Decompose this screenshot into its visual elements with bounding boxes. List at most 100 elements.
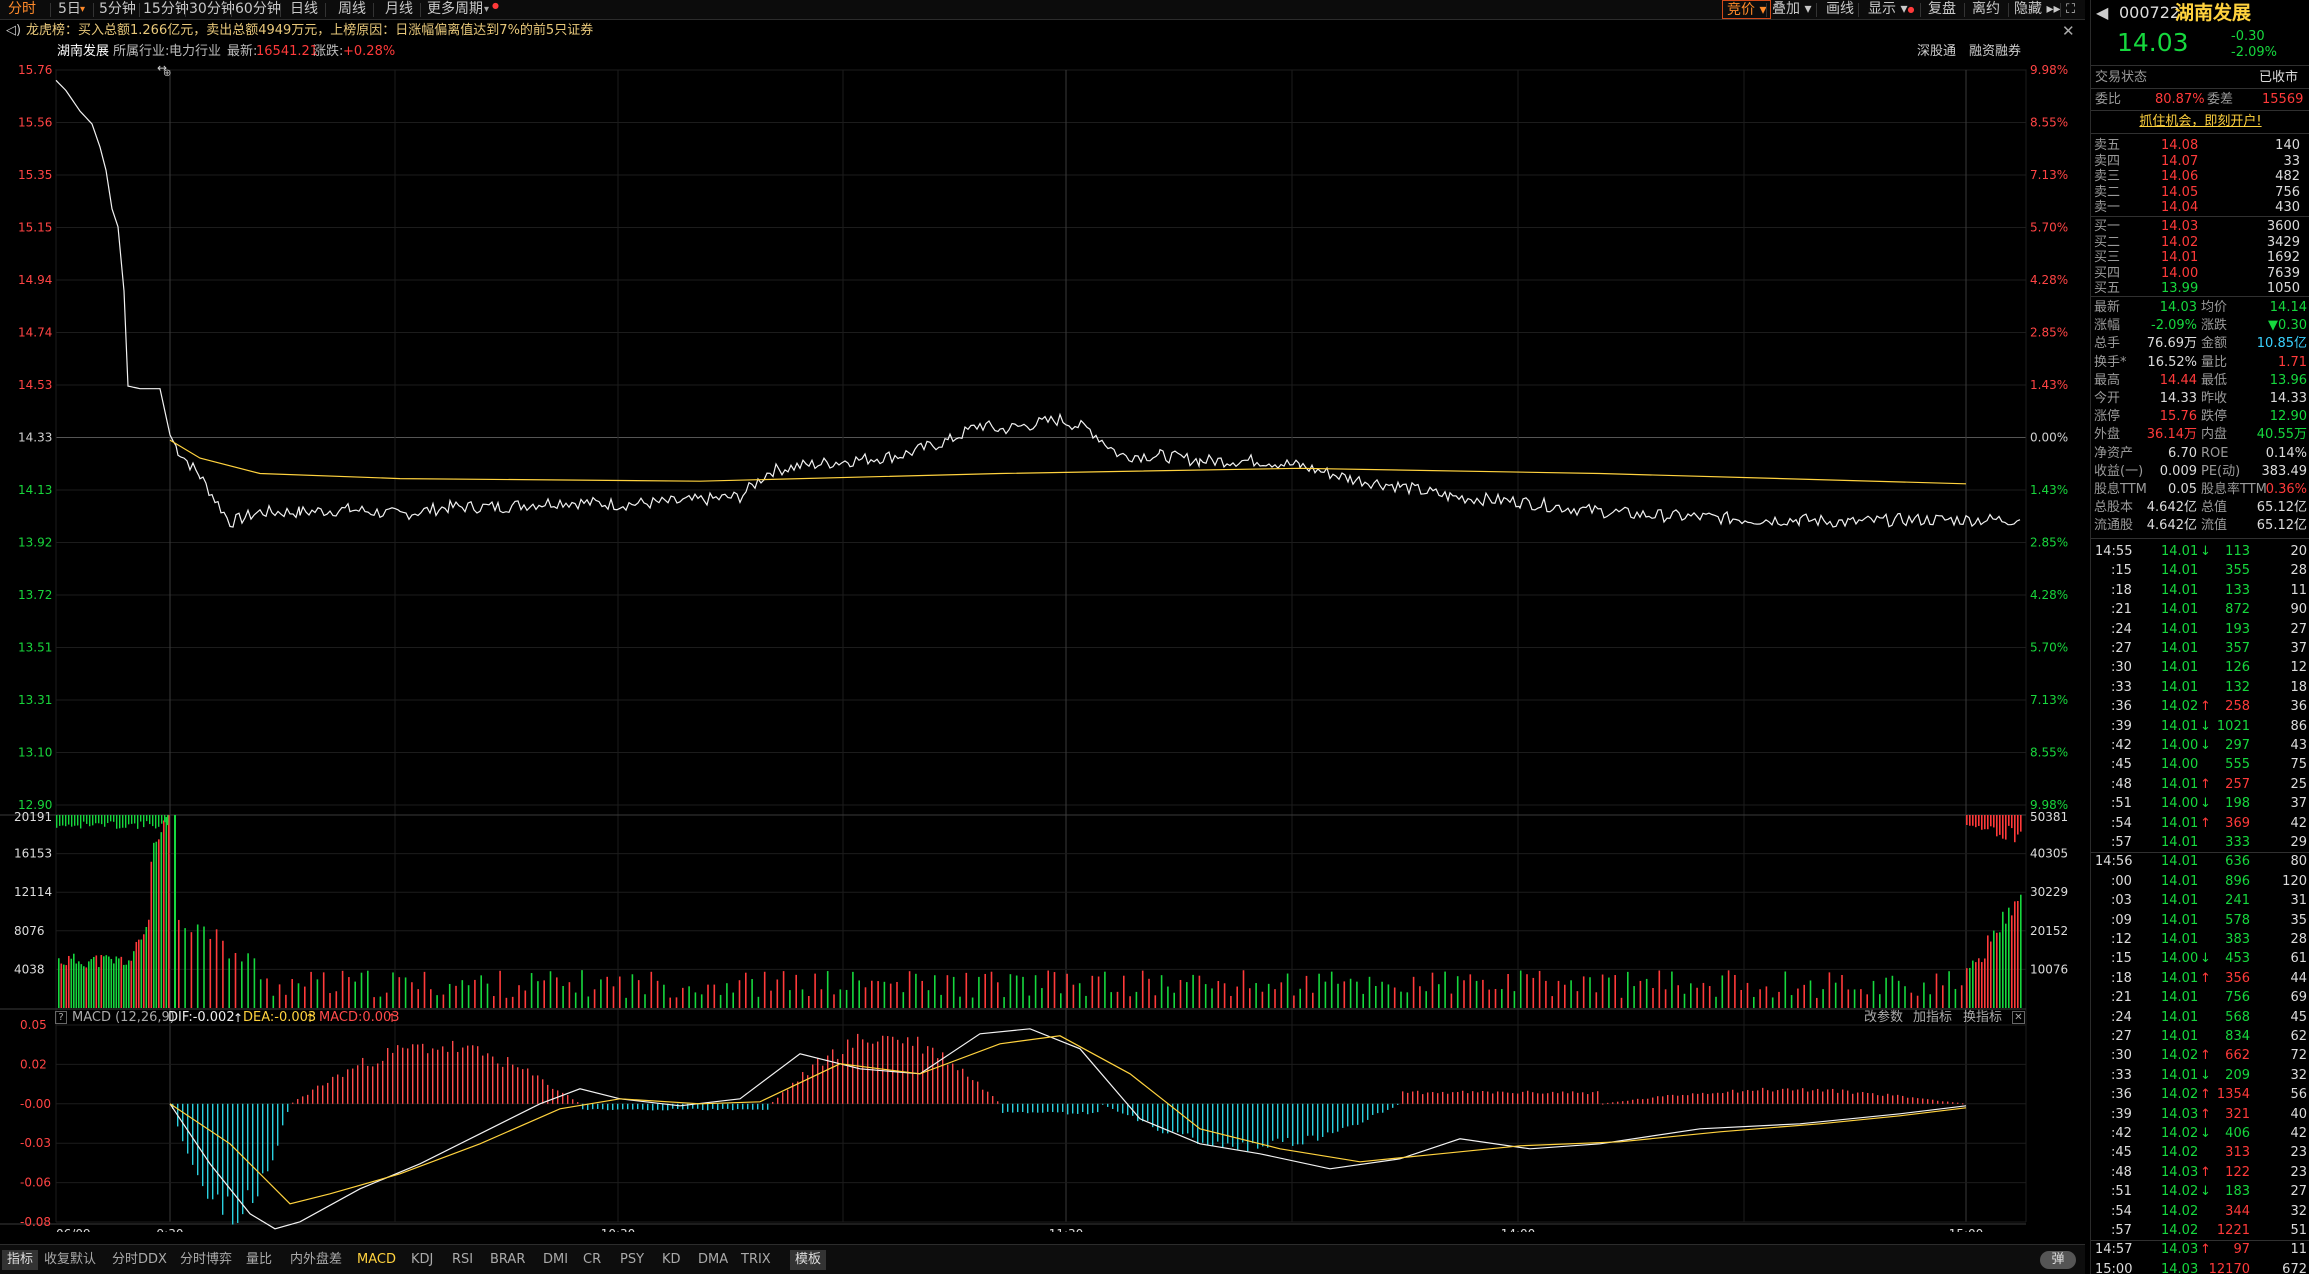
- promo-link[interactable]: 抓住机会，即刻开户!: [2091, 114, 2309, 129]
- tab-indicator[interactable]: 指标: [2, 1250, 39, 1270]
- macd-histogram-bar: [1462, 1090, 1464, 1104]
- volume-bar: [1671, 971, 1673, 1008]
- tick-volume: 756: [2225, 990, 2250, 1006]
- macd-histogram-bar: [1622, 1101, 1624, 1104]
- close-icon[interactable]: ✕: [2012, 1011, 2025, 1024]
- macd-histogram-bar: [947, 1064, 949, 1104]
- volume-bar: [763, 971, 766, 1008]
- macd-histogram-bar: [327, 1082, 329, 1104]
- volume-bar: [155, 841, 158, 1008]
- macd-histogram-bar: [612, 1103, 614, 1110]
- tick-time: :27: [2111, 641, 2132, 656]
- macd-histogram-bar: [302, 1096, 304, 1104]
- volume-bar: [70, 958, 73, 1008]
- intraday-chart[interactable]: 15.76 15.56 15.35 15.15 14.94 14.74 14.53 14.33…: [0, 0, 2085, 1232]
- volume-bar: [1425, 991, 1427, 1008]
- tab-cr[interactable]: CR: [583, 1250, 601, 1270]
- prev-stock-icon[interactable]: ◀: [2096, 3, 2108, 23]
- switch-indicator-button[interactable]: 换指标: [1963, 1009, 2002, 1027]
- macd-histogram-bar: [842, 1054, 844, 1104]
- macd-histogram-bar: [1347, 1103, 1349, 1127]
- macd-histogram-bar: [1017, 1103, 1019, 1113]
- tab-inner-outer[interactable]: 内外盘差: [290, 1250, 342, 1270]
- volume-bar: [184, 928, 186, 1008]
- tab-macd[interactable]: MACD: [357, 1250, 396, 1270]
- edit-params-button[interactable]: 改参数: [1864, 1009, 1903, 1027]
- volume-bar: [101, 815, 103, 825]
- volume-bar: [253, 958, 256, 1008]
- tab-template[interactable]: 模板: [790, 1250, 827, 1270]
- macd-histogram-bar: [357, 1065, 359, 1104]
- volume-bar: [921, 980, 923, 1008]
- tick-price: 14.01: [2161, 621, 2199, 637]
- volume-bar: [190, 932, 193, 1008]
- macd-histogram-bar: [652, 1103, 654, 1111]
- volume-bar: [1942, 985, 1944, 1008]
- add-indicator-button[interactable]: 加指标: [1913, 1009, 1952, 1027]
- volume-bar: [1507, 973, 1509, 1008]
- macd-histogram-bar: [972, 1080, 974, 1104]
- buy-level-label: 买三: [2094, 250, 2121, 265]
- price-axis-label: 14.33: [18, 431, 52, 445]
- volume-bar: [63, 964, 65, 1008]
- tab-rsi[interactable]: RSI: [452, 1250, 473, 1270]
- sell-level-label: 卖五: [2094, 138, 2121, 153]
- pct-axis-label: 1.43%: [2030, 378, 2068, 392]
- tab-kdj[interactable]: KDJ: [411, 1250, 433, 1270]
- volume-bar: [161, 815, 163, 824]
- stat-label: 股息率TTM: [2201, 482, 2267, 497]
- volume-bar: [789, 990, 791, 1008]
- tab-dmi[interactable]: DMI: [543, 1250, 568, 1270]
- macd-histogram-bar: [1907, 1097, 1909, 1104]
- buy-price: 14.03: [2161, 219, 2199, 234]
- tick-count: 75: [2290, 757, 2307, 773]
- macd-histogram-bar: [602, 1103, 604, 1110]
- volume-bar: [2014, 901, 2016, 1008]
- volume-bar: [1696, 987, 1698, 1008]
- volume-bar: [266, 978, 268, 1008]
- tab-brar[interactable]: BRAR: [490, 1250, 525, 1270]
- stat-label: 最高: [2094, 372, 2121, 388]
- tab-ddx[interactable]: 分时DDX: [112, 1250, 167, 1270]
- macd-histogram-bar: [197, 1103, 199, 1176]
- volume-bar: [1987, 935, 1989, 1008]
- tab-kd[interactable]: KD: [662, 1250, 681, 1270]
- tab-volume-ratio[interactable]: 量比: [246, 1250, 272, 1270]
- tick-time: 15:00: [2095, 1261, 2133, 1274]
- tab-game[interactable]: 分时博弈: [180, 1250, 232, 1270]
- help-icon[interactable]: ?: [55, 1011, 67, 1024]
- volume-bar: [164, 815, 166, 823]
- volume-bar: [1438, 984, 1440, 1008]
- macd-histogram-bar: [1182, 1103, 1184, 1135]
- pct-axis-label: 5.70%: [2030, 641, 2068, 655]
- volume-bar: [335, 991, 338, 1008]
- tick-price: 14.00: [2161, 796, 2199, 812]
- price-axis-label: 13.92: [18, 536, 52, 550]
- stat-value: 6.70: [2168, 445, 2197, 461]
- volume-bar: [1885, 977, 1887, 1008]
- volume-bar: [1097, 976, 1100, 1008]
- buy-volume: 3429: [2266, 234, 2300, 250]
- volume-bar: [934, 975, 936, 1008]
- volume-bar: [174, 815, 176, 1008]
- macd-histogram-bar: [957, 1070, 959, 1104]
- volume-bar: [1993, 815, 1995, 828]
- tab-dma[interactable]: DMA: [698, 1250, 728, 1270]
- volume-bar: [1966, 815, 1968, 825]
- macd-histogram-bar: [1422, 1094, 1424, 1104]
- volume-bar: [1996, 815, 1998, 837]
- macd-params[interactable]: MACD (12,26,9): [72, 1009, 175, 1027]
- tick-count: 45: [2290, 1009, 2307, 1025]
- volume-bar: [310, 971, 312, 1008]
- tick-volume: 126: [2225, 660, 2250, 676]
- volume-bar: [138, 939, 140, 1008]
- tab-psy[interactable]: PSY: [620, 1250, 644, 1270]
- stat-label: 金额: [2201, 336, 2228, 352]
- tab-trix[interactable]: TRIX: [741, 1250, 771, 1270]
- tab-restore-default[interactable]: 收复默认: [44, 1250, 96, 1270]
- macd-histogram-bar: [202, 1103, 204, 1187]
- sell-volume: 140: [2275, 138, 2300, 153]
- popup-toggle[interactable]: 弹: [2040, 1251, 2076, 1269]
- tick-count: 31: [2290, 893, 2307, 909]
- macd-histogram-bar: [1322, 1103, 1324, 1137]
